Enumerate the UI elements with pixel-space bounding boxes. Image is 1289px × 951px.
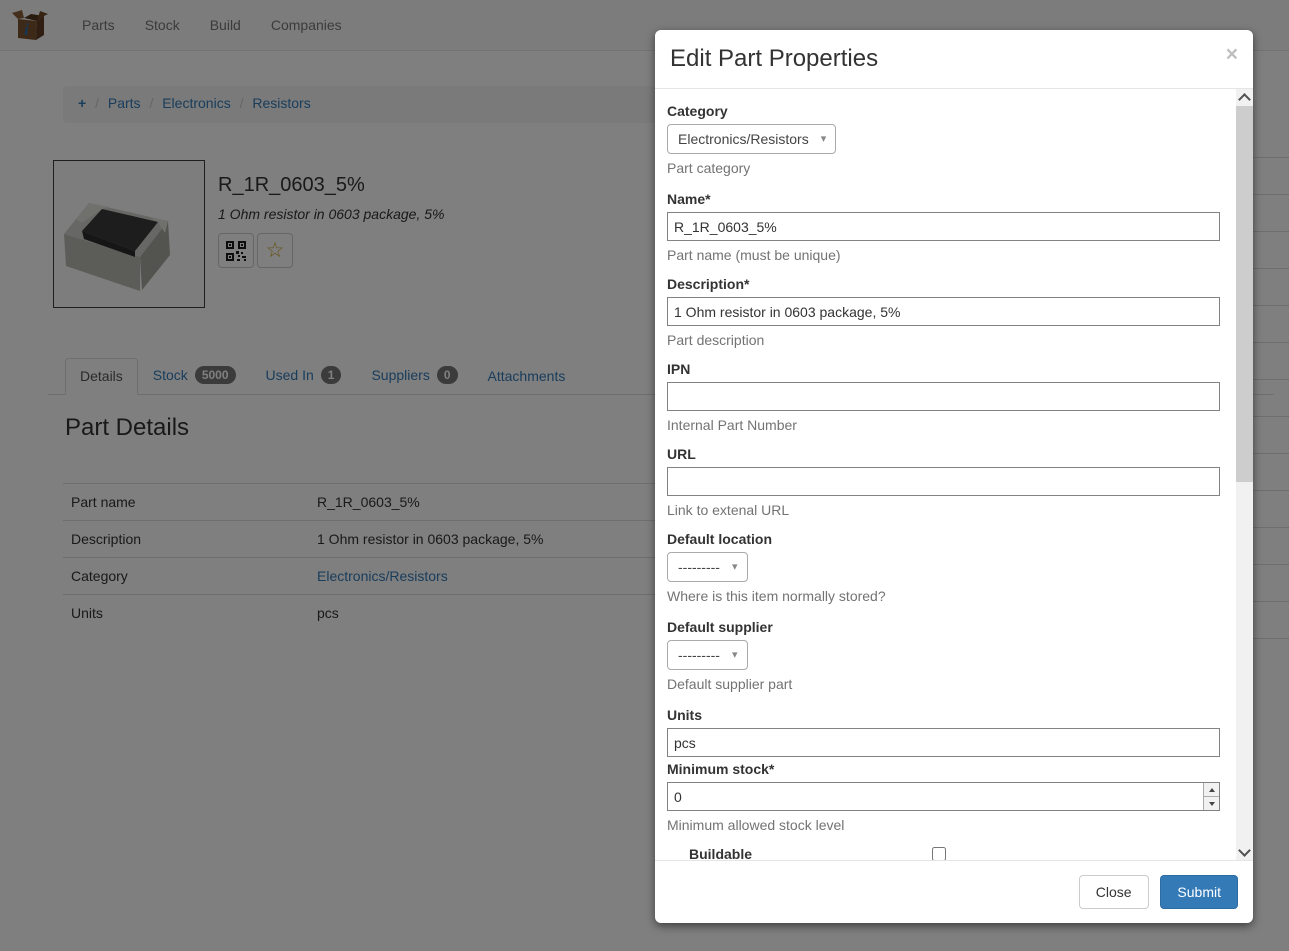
scroll-down-icon <box>1238 844 1251 857</box>
name-label: Name* <box>667 189 1220 209</box>
ipn-help: Internal Part Number <box>667 416 1220 435</box>
close-button[interactable]: Close <box>1079 875 1149 909</box>
url-label: URL <box>667 444 1220 464</box>
buildable-label: Buildable <box>689 844 932 860</box>
category-select[interactable]: Electronics/Resistors ▾ <box>667 124 836 154</box>
category-help: Part category <box>667 159 1220 178</box>
modal-title: Edit Part Properties <box>670 43 1238 75</box>
units-field-group: Units <box>667 705 1220 757</box>
default-location-field-group: Default location --------- ▾ Where is th… <box>667 529 1220 606</box>
edit-part-modal: Edit Part Properties × Category Electron… <box>655 30 1253 923</box>
units-input[interactable] <box>667 728 1220 757</box>
category-select-value: Electronics/Resistors <box>678 130 809 148</box>
default-location-select-value: --------- <box>678 558 720 576</box>
modal-close-button[interactable]: × <box>1224 42 1240 67</box>
stepper-up-icon[interactable] <box>1204 783 1219 796</box>
quantity-stepper[interactable] <box>1203 783 1219 810</box>
ipn-label: IPN <box>667 359 1220 379</box>
chevron-down-icon: ▾ <box>821 130 827 148</box>
scroll-up-icon <box>1238 93 1251 106</box>
modal-header: Edit Part Properties × <box>655 30 1253 89</box>
default-supplier-label: Default supplier <box>667 617 1220 637</box>
scroll-up-button[interactable] <box>1236 89 1253 106</box>
buildable-checkbox[interactable] <box>932 847 946 860</box>
minimum-stock-input[interactable] <box>667 782 1220 811</box>
chevron-down-icon: ▾ <box>732 646 738 664</box>
buildable-field-group: Buildable <box>667 844 1220 860</box>
scroll-down-button[interactable] <box>1236 843 1253 860</box>
ipn-field-group: IPN Internal Part Number <box>667 359 1220 435</box>
default-supplier-help: Default supplier part <box>667 675 1220 694</box>
default-location-help: Where is this item normally stored? <box>667 587 1220 606</box>
description-input[interactable] <box>667 297 1220 326</box>
minimum-stock-field-group: Minimum stock* Minimum allowed stock lev… <box>667 759 1220 835</box>
name-help: Part name (must be unique) <box>667 246 1220 265</box>
url-field-group: URL Link to extenal URL <box>667 444 1220 520</box>
chevron-down-icon: ▾ <box>732 558 738 576</box>
default-supplier-field-group: Default supplier --------- ▾ Default sup… <box>667 617 1220 694</box>
units-label: Units <box>667 705 1220 725</box>
ipn-input[interactable] <box>667 382 1220 411</box>
scrollbar-thumb[interactable] <box>1236 106 1253 482</box>
default-location-select[interactable]: --------- ▾ <box>667 552 748 582</box>
modal-footer: Close Submit <box>655 860 1253 923</box>
modal-body: Category Electronics/Resistors ▾ Part ca… <box>655 89 1253 860</box>
description-label: Description* <box>667 274 1220 294</box>
modal-scrollbar[interactable] <box>1236 89 1253 860</box>
default-supplier-select[interactable]: --------- ▾ <box>667 640 748 670</box>
category-field-group: Category Electronics/Resistors ▾ Part ca… <box>667 101 1220 178</box>
description-field-group: Description* Part description <box>667 274 1220 350</box>
default-location-label: Default location <box>667 529 1220 549</box>
description-help: Part description <box>667 331 1220 350</box>
url-input[interactable] <box>667 467 1220 496</box>
name-input[interactable] <box>667 212 1220 241</box>
stepper-down-icon[interactable] <box>1204 796 1219 810</box>
close-icon: × <box>1226 43 1238 66</box>
name-field-group: Name* Part name (must be unique) <box>667 189 1220 265</box>
url-help: Link to extenal URL <box>667 501 1220 520</box>
default-supplier-select-value: --------- <box>678 646 720 664</box>
category-label: Category <box>667 101 1220 121</box>
minimum-stock-label: Minimum stock* <box>667 759 1220 779</box>
minimum-stock-help: Minimum allowed stock level <box>667 816 1220 835</box>
submit-button[interactable]: Submit <box>1160 875 1238 909</box>
